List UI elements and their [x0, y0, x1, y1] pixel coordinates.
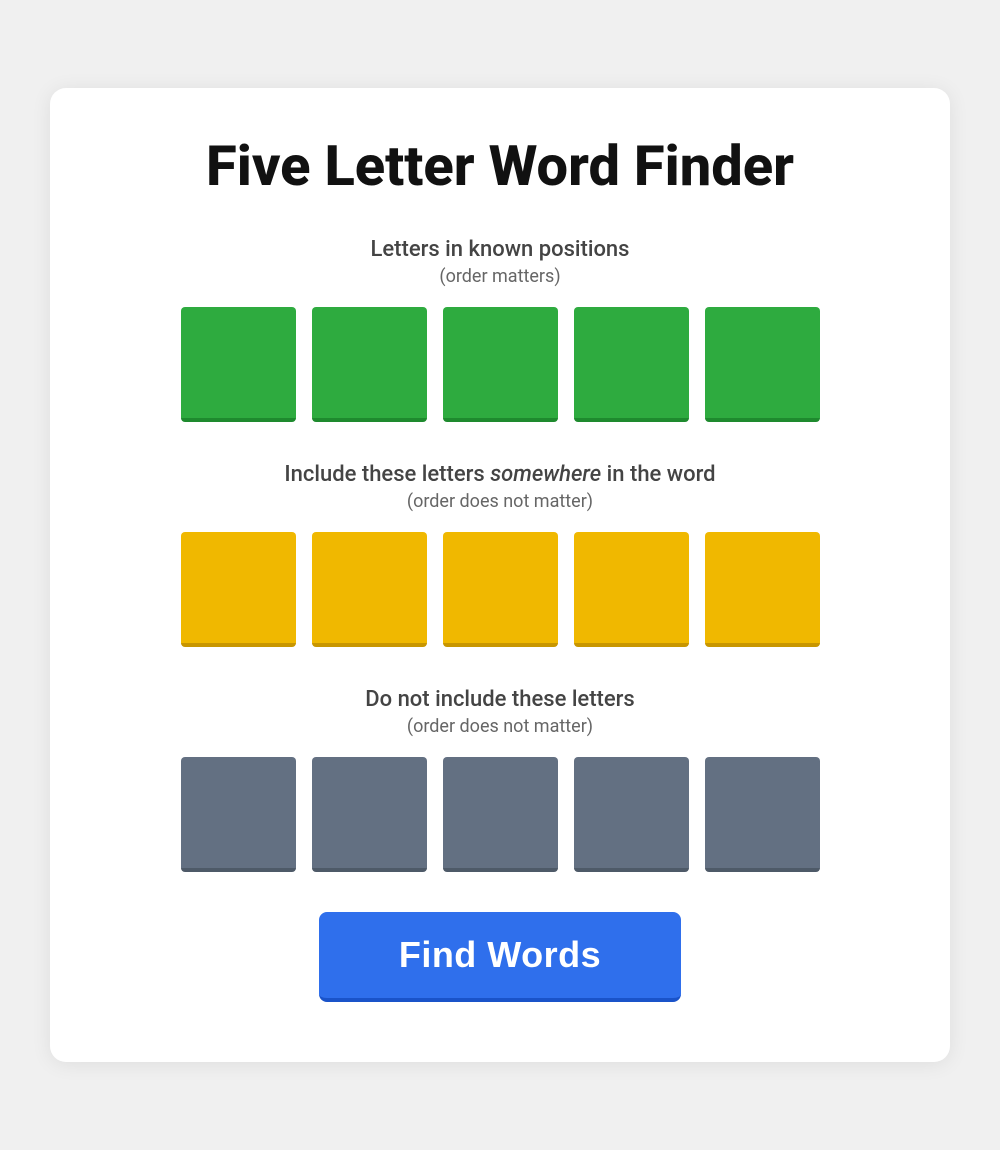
- page-title: Five Letter Word Finder: [110, 136, 890, 198]
- exclude-tiles-row: [110, 757, 890, 872]
- known-tile-2[interactable]: [312, 307, 427, 422]
- section-known-positions: Letters in known positions (order matter…: [110, 237, 890, 422]
- find-words-button[interactable]: Find Words: [319, 912, 681, 1002]
- include-tile-3[interactable]: [443, 532, 558, 647]
- section-exclude-sublabel: (order does not matter): [110, 716, 890, 737]
- exclude-tile-5[interactable]: [705, 757, 820, 872]
- exclude-tile-1[interactable]: [181, 757, 296, 872]
- section-include-label: Include these letters somewhere in the w…: [110, 462, 890, 487]
- main-card: Five Letter Word Finder Letters in known…: [50, 88, 950, 1063]
- include-tiles-row: [110, 532, 890, 647]
- known-tile-5[interactable]: [705, 307, 820, 422]
- section-exclude-letters: Do not include these letters (order does…: [110, 687, 890, 872]
- include-tile-1[interactable]: [181, 532, 296, 647]
- include-tile-2[interactable]: [312, 532, 427, 647]
- known-tile-3[interactable]: [443, 307, 558, 422]
- include-tile-5[interactable]: [705, 532, 820, 647]
- section-exclude-label: Do not include these letters: [110, 687, 890, 712]
- section-include-sublabel: (order does not matter): [110, 491, 890, 512]
- section-known-label: Letters in known positions: [110, 237, 890, 262]
- exclude-tile-2[interactable]: [312, 757, 427, 872]
- include-tile-4[interactable]: [574, 532, 689, 647]
- section-known-sublabel: (order matters): [110, 266, 890, 287]
- known-tiles-row: [110, 307, 890, 422]
- known-tile-4[interactable]: [574, 307, 689, 422]
- exclude-tile-4[interactable]: [574, 757, 689, 872]
- known-tile-1[interactable]: [181, 307, 296, 422]
- exclude-tile-3[interactable]: [443, 757, 558, 872]
- section-include-letters: Include these letters somewhere in the w…: [110, 462, 890, 647]
